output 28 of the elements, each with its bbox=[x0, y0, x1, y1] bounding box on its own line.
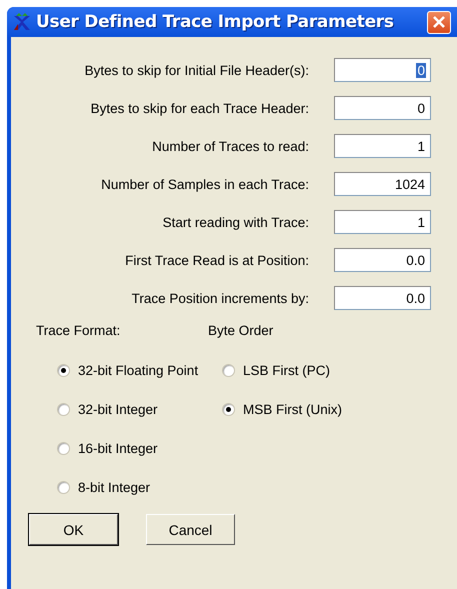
input-field[interactable]: 1 bbox=[334, 134, 431, 158]
group-label: Byte Order bbox=[208, 323, 274, 340]
field-label: Number of Traces to read: bbox=[151, 138, 309, 154]
radio-option[interactable]: 16-bit Integer bbox=[57, 439, 158, 458]
input-field[interactable]: 0.0 bbox=[334, 286, 431, 310]
window-title: User Defined Trace Import Parameters bbox=[36, 12, 395, 32]
radio-option[interactable]: 32-bit Integer bbox=[57, 400, 158, 419]
radio-option[interactable]: LSB First (PC) bbox=[222, 361, 330, 380]
field-label: Bytes to skip for Initial File Header(s): bbox=[84, 62, 309, 78]
radio-option[interactable]: MSB First (Unix) bbox=[222, 400, 342, 419]
input-field[interactable]: 0 bbox=[334, 58, 431, 82]
dialog-button[interactable]: Cancel bbox=[146, 514, 235, 545]
input-field[interactable]: 0.0 bbox=[334, 248, 431, 272]
input-field[interactable]: 1 bbox=[334, 210, 431, 234]
close-button[interactable] bbox=[427, 10, 451, 34]
field-label: Start reading with Trace: bbox=[162, 214, 309, 230]
field-label: Trace Position increments by: bbox=[130, 290, 309, 306]
input-field[interactable]: 0 bbox=[334, 96, 431, 120]
radio-option[interactable]: 32-bit Floating Point bbox=[57, 361, 198, 380]
app-icon bbox=[13, 12, 31, 32]
field-label: Bytes to skip for each Trace Header: bbox=[90, 100, 309, 116]
input-field[interactable]: 1024 bbox=[334, 172, 431, 196]
field-label: Number of Samples in each Trace: bbox=[100, 176, 309, 192]
dialog-button[interactable]: OK bbox=[29, 514, 118, 545]
radio-option[interactable]: 8-bit Integer bbox=[57, 478, 150, 497]
close-icon bbox=[432, 15, 446, 29]
field-label: First Trace Read is at Position: bbox=[124, 252, 309, 268]
group-label: Trace Format: bbox=[36, 323, 122, 340]
